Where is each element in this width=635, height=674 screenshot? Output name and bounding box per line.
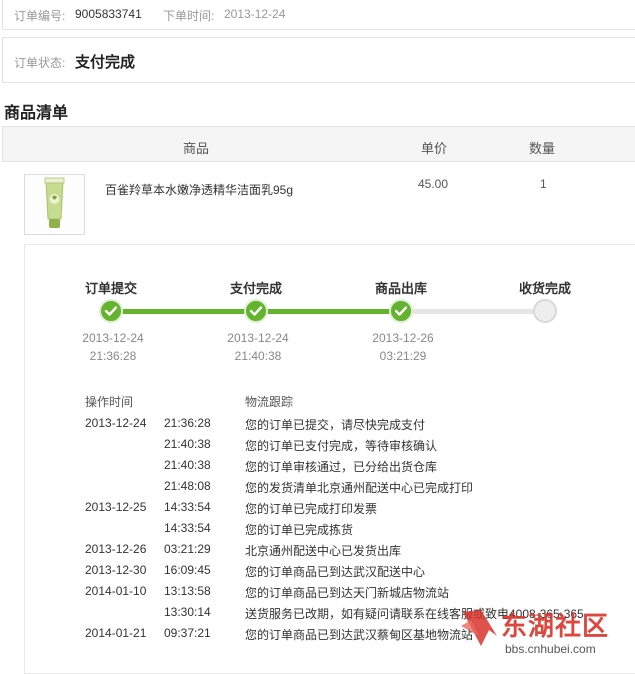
step-3-check-icon [389, 299, 413, 323]
order-status: 支付完成 [75, 54, 136, 71]
order-status-bar: 订单状态: 支付完成 [2, 37, 635, 83]
product-name-link[interactable]: 百雀羚草本水嫩净透精华洁面乳95g [105, 181, 293, 198]
log-text: 您的订单商品已到达武汉蔡甸区基地物流站 [245, 628, 474, 642]
order-info-bar: 订单编号: 9005833741 下单时间: 2013-12-24 [2, 0, 635, 30]
log-text: 您的发货清单北京通州配送中心已完成打印 [245, 481, 474, 495]
step-2-time: 21:40:38 [234, 349, 282, 363]
step-2-title: 支付完成 [229, 281, 282, 296]
log-time: 13:30:14 [164, 605, 211, 619]
order-time: 2013-12-24 [224, 7, 286, 21]
log-text: 您的订单已支付完成，等待审核确认 [245, 439, 438, 453]
watermark-url: bbs.cnhubei.com [505, 642, 596, 656]
step-1-time: 21:36:28 [89, 349, 137, 363]
step-1-check-icon [99, 299, 123, 323]
log-time: 21:40:38 [164, 458, 211, 472]
order-status-label: 订单状态: [14, 56, 66, 70]
step-1-datetime: 2013-12-24 21:36:28 [68, 329, 158, 365]
step-2-datetime: 2013-12-24 21:40:38 [213, 329, 303, 365]
step-2-date: 2013-12-24 [227, 331, 289, 345]
step-3-title: 商品出库 [374, 281, 427, 296]
log-date: 2014-01-21 [85, 626, 147, 640]
log-text: 您的订单商品已到达天门新城店物流站 [245, 586, 450, 600]
step-3-time: 03:21:29 [379, 349, 427, 363]
col-price: 单价 [421, 141, 448, 156]
log-time: 16:09:45 [164, 563, 211, 577]
order-number-label: 订单编号: [14, 9, 66, 23]
step-3-datetime: 2013-12-26 03:21:29 [358, 329, 448, 365]
log-date: 2013-12-24 [85, 416, 147, 430]
log-time: 14:33:54 [164, 500, 211, 514]
product-qty: 1 [540, 177, 547, 191]
log-time: 21:48:08 [164, 479, 211, 493]
order-time-label: 下单时间: [163, 9, 215, 23]
log-time: 13:13:58 [164, 584, 211, 598]
log-text: 北京通州配送中心已发货出库 [245, 544, 402, 558]
log-header-tracking: 物流跟踪 [245, 395, 294, 409]
product-tube-icon [25, 175, 84, 234]
watermark-brand: 东湖社区 [501, 611, 610, 641]
product-image[interactable] [24, 174, 85, 235]
log-time: 21:36:28 [164, 416, 211, 430]
col-goods: 商品 [183, 141, 210, 156]
goods-table-header: 商品 单价 数量 [2, 126, 635, 162]
log-date: 2013-12-26 [85, 542, 147, 556]
watermark-logo-icon [461, 610, 497, 646]
log-header-time: 操作时间 [85, 395, 134, 409]
col-qty: 数量 [529, 141, 556, 156]
log-text: 您的订单已完成拣货 [245, 523, 354, 537]
step-3-date: 2013-12-26 [372, 331, 434, 345]
step-1-title: 订单提交 [84, 281, 137, 296]
log-time: 14:33:54 [164, 521, 211, 535]
watermark: 东湖社区 bbs.cnhubei.com [459, 604, 629, 662]
log-time: 03:21:29 [164, 542, 211, 556]
log-date: 2013-12-30 [85, 563, 147, 577]
step-4-pending-icon [533, 299, 557, 323]
step-1-date: 2013-12-24 [82, 331, 144, 345]
log-time: 21:40:38 [164, 437, 211, 451]
log-time: 09:37:21 [164, 626, 211, 640]
step-4-title: 收货完成 [518, 281, 571, 296]
progress-bar-todo [402, 309, 545, 314]
log-text: 您的订单审核通过，已分给出货仓库 [245, 460, 438, 474]
log-text: 您的订单已提交，请尽快完成支付 [245, 418, 426, 432]
log-date: 2013-12-25 [85, 500, 147, 514]
goods-section-title: 商品清单 [4, 105, 69, 122]
log-text: 您的订单商品已到达武汉配送中心 [245, 565, 426, 579]
log-date: 2014-01-10 [85, 584, 147, 598]
product-price: 45.00 [418, 177, 449, 191]
log-text: 您的订单已完成打印发票 [245, 502, 378, 516]
step-2-check-icon [244, 299, 268, 323]
order-number: 9005833741 [75, 7, 142, 21]
